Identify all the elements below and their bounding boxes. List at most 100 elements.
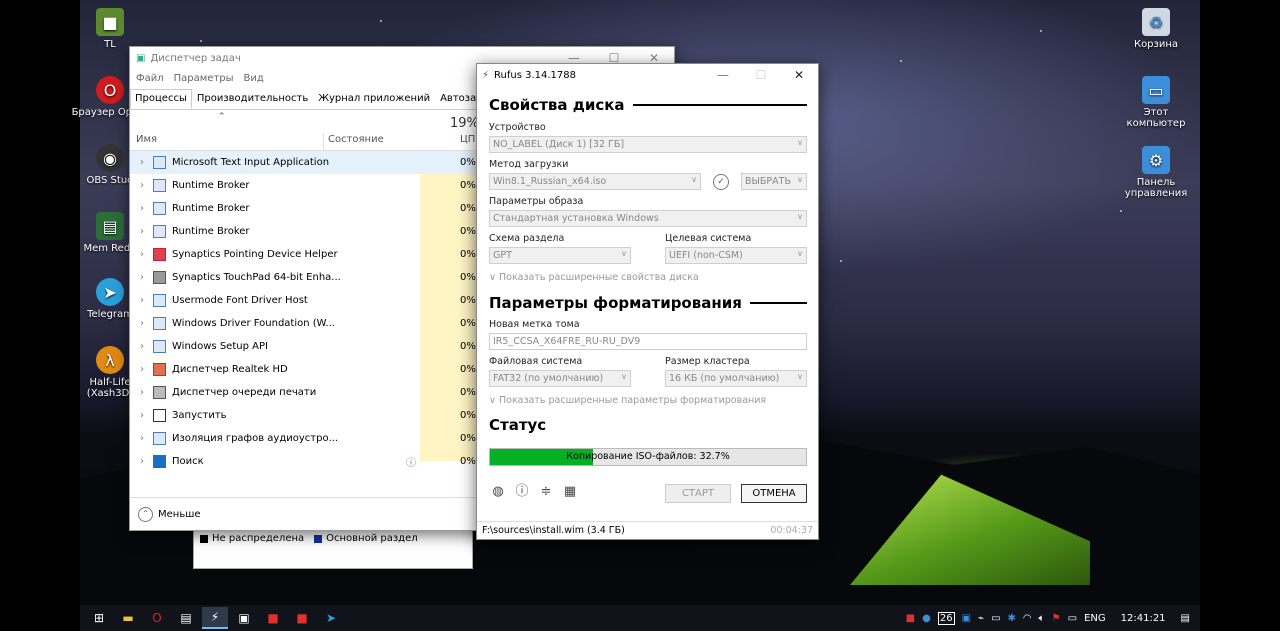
rufus-statusbar: F:\sources\install.wim (3.4 ГБ) 00:04:37 [477, 521, 818, 539]
expand-chevron-icon[interactable]: › [130, 410, 150, 421]
diskmgmt-taskbar-icon[interactable]: ▣ [231, 608, 257, 628]
disk-management-window: Не распределена Основной раздел [193, 529, 473, 569]
rufus-titlebar[interactable]: ⚡ Rufus 3.14.1788 — ☐ ✕ [477, 64, 818, 86]
tray-app3-icon[interactable]: ▣ [962, 613, 971, 624]
usb-icon[interactable]: ⌁ [978, 613, 984, 624]
log-icon[interactable]: ▦ [563, 485, 577, 499]
notification-flag-icon[interactable]: ⚑ [1052, 613, 1061, 624]
select-image-button[interactable]: ВЫБРАТЬ ∨ [741, 173, 807, 190]
fewer-details-link[interactable]: Меньше [158, 509, 201, 520]
memreduct-icon: ▤ [96, 212, 124, 240]
clock[interactable]: 12:41:21 [1121, 613, 1166, 624]
col-state[interactable]: Состояние [323, 134, 384, 150]
tray-app2-icon[interactable]: ● [922, 613, 931, 624]
red-app2-taskbar-icon[interactable]: ■ [289, 608, 315, 628]
action-center-icon[interactable]: ▤ [1181, 613, 1190, 624]
show-advanced-format-toggle[interactable]: ∨ Показать расширенные параметры формати… [489, 395, 766, 406]
expand-chevron-icon[interactable]: › [130, 295, 150, 306]
opera-icon: O [96, 76, 124, 104]
app-icon [153, 294, 166, 307]
start-button[interactable]: СТАРТ [665, 484, 731, 503]
speaker-icon [153, 363, 166, 376]
section-format-options: Параметры форматирования [489, 294, 807, 312]
control-panel-icon: ⚙ [1142, 146, 1170, 174]
col-cpu[interactable]: ЦП [460, 134, 475, 145]
start-windows-icon[interactable]: ⊞ [86, 608, 112, 628]
tab-app-history[interactable]: Журнал приложений [313, 89, 435, 109]
red-app-taskbar-icon[interactable]: ■ [260, 608, 286, 628]
target-system-select[interactable]: UEFI (non-CSM) ∨ [665, 247, 807, 264]
chevron-down-icon: ∨ [621, 372, 627, 381]
expand-chevron-icon[interactable]: › [130, 203, 150, 214]
expand-chevron-icon[interactable]: › [130, 433, 150, 444]
telegram-taskbar-icon[interactable]: ➤ [318, 608, 344, 628]
desktop-icon-recycle-bin[interactable]: ♻ Корзина [1116, 8, 1196, 50]
globe-icon[interactable]: ◍ [491, 485, 505, 499]
menu-options[interactable]: Параметры [174, 73, 234, 84]
desktop-icon-tl[interactable]: ■ TL [70, 8, 150, 50]
opera-taskbar-icon[interactable]: O [144, 608, 170, 628]
rufus-maximize-button[interactable]: ☐ [742, 68, 780, 82]
taskmgr-taskbar-icon[interactable]: ▤ [173, 608, 199, 628]
volume-label-input[interactable]: IR5_CCSA_X64FRE_RU-RU_DV9 [489, 333, 807, 350]
partition-scheme-select[interactable]: GPT ∨ [489, 247, 631, 264]
expand-chevron-icon[interactable]: › [130, 226, 150, 237]
wifi-icon[interactable]: ◠ [1023, 613, 1032, 624]
battery-icon[interactable]: ▭ [991, 613, 1000, 624]
tm-title: Диспетчер задач [150, 52, 241, 64]
chevron-down-icon: ∨ [797, 212, 803, 221]
expand-chevron-icon[interactable]: › [130, 157, 150, 168]
language-indicator[interactable]: ENG [1084, 613, 1106, 624]
expand-chevron-icon[interactable]: › [130, 456, 150, 467]
desktop-icon-this-pc[interactable]: ▭ Этот компьютер [1116, 76, 1196, 129]
rufus-title: Rufus 3.14.1788 [494, 69, 577, 81]
legend-primary-swatch [314, 534, 323, 543]
expand-chevron-icon[interactable]: › [130, 272, 150, 283]
menu-file[interactable]: Файл [136, 73, 164, 84]
expand-chevron-icon[interactable]: › [130, 387, 150, 398]
telegram-icon: ➤ [96, 278, 124, 306]
settings-sliders-icon[interactable]: ≑ [539, 485, 553, 499]
legend-unallocated: Не распределена [212, 533, 305, 544]
filesystem-label: Файловая система [489, 356, 583, 367]
image-option-label: Параметры образа [489, 196, 584, 207]
tab-performance[interactable]: Производительность [192, 89, 313, 109]
tray-badge[interactable]: 26 [937, 611, 955, 625]
file-explorer-icon[interactable]: ▬ [115, 608, 141, 628]
desktop-icon-control-panel[interactable]: ⚙ Панель управления [1116, 146, 1196, 199]
rufus-minimize-button[interactable]: — [704, 68, 742, 82]
cancel-button[interactable]: ОТМЕНА [741, 484, 807, 503]
menu-view[interactable]: Вид [244, 73, 264, 84]
tab-processes[interactable]: Процессы [130, 89, 192, 109]
app-icon [153, 202, 166, 215]
show-advanced-drive-toggle[interactable]: ∨ Показать расширенные свойства диска [489, 272, 699, 283]
rufus-taskbar-icon[interactable]: ⚡ [202, 607, 228, 629]
col-name[interactable]: Имя [136, 134, 157, 145]
expand-chevron-icon[interactable]: › [130, 180, 150, 191]
boot-select[interactable]: Win8.1_Russian_x64.iso ∨ [489, 173, 701, 190]
image-option-select[interactable]: Стандартная установка Windows ∨ [489, 210, 807, 227]
rufus-close-button[interactable]: ✕ [780, 68, 818, 82]
partition-scheme-label: Схема раздела [489, 233, 565, 244]
app-icon [153, 156, 166, 169]
chevron-down-icon: ∨ [691, 175, 697, 184]
volume-icon[interactable]: 🔈︎ [1039, 613, 1045, 624]
cluster-size-select[interactable]: 16 КБ (по умолчанию) ∨ [665, 370, 807, 387]
collapse-icon[interactable]: ⌃ [138, 506, 153, 522]
display-icon[interactable]: ▭ [1068, 613, 1077, 624]
cpu-total: 19% [450, 116, 479, 131]
chevron-down-icon: ∨ [797, 175, 803, 184]
expand-chevron-icon[interactable]: › [130, 318, 150, 329]
expand-chevron-icon[interactable]: › [130, 249, 150, 260]
info-icon[interactable]: ⓘ [515, 485, 529, 499]
filesystem-select[interactable]: FAT32 (по умолчанию) ∨ [489, 370, 631, 387]
verify-check-icon[interactable]: ✓ [713, 174, 729, 190]
device-select[interactable]: NO_LABEL (Диск 1) [32 ГБ] ∨ [489, 136, 807, 153]
tray-app-icon[interactable]: ■ [906, 613, 915, 624]
legend-primary: Основной раздел [326, 533, 418, 544]
target-system-label: Целевая система [665, 233, 752, 244]
expand-chevron-icon[interactable]: › [130, 341, 150, 352]
bluetooth-icon[interactable]: ✱ [1008, 613, 1016, 624]
elapsed-timer: 00:04:37 [770, 525, 813, 536]
expand-chevron-icon[interactable]: › [130, 364, 150, 375]
